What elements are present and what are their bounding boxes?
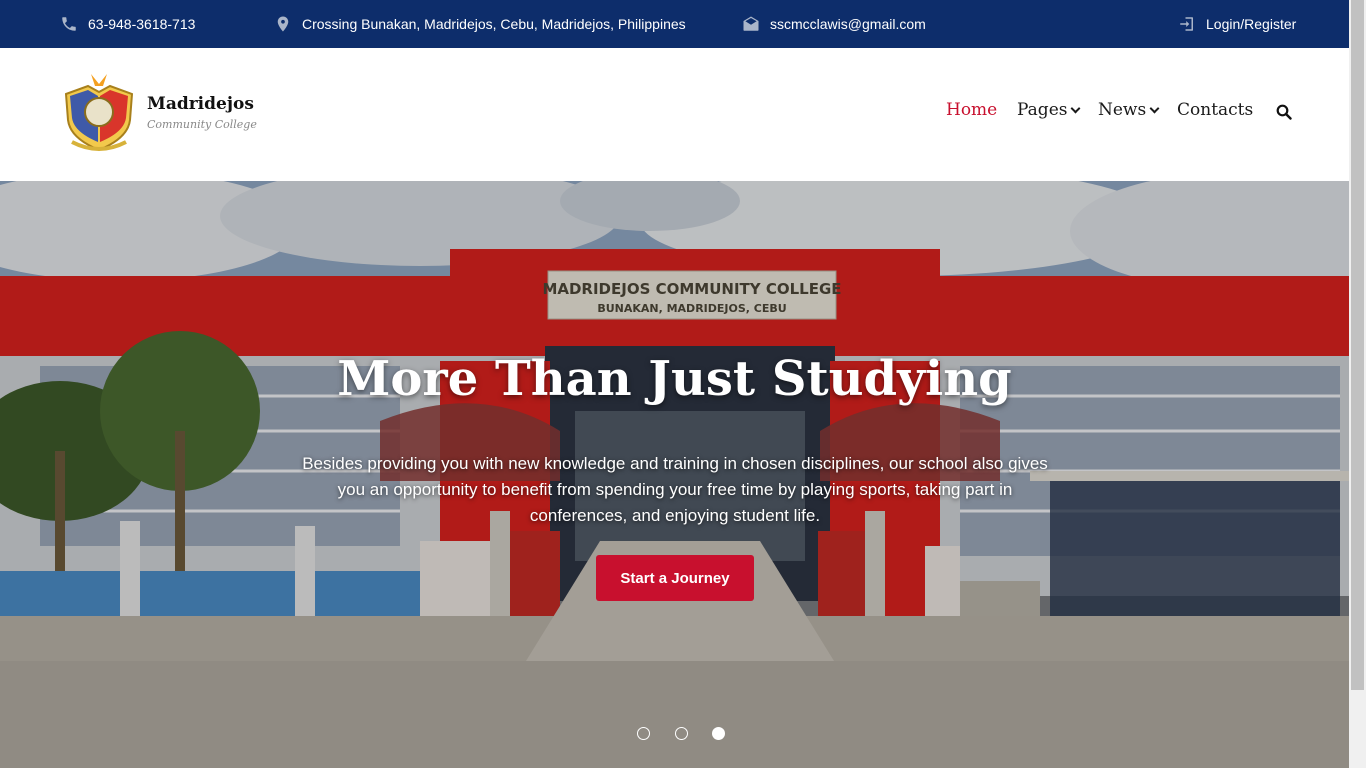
phone-contact[interactable]: 63-948-3618-713 bbox=[60, 0, 195, 48]
login-icon bbox=[1178, 15, 1196, 33]
chevron-down-icon bbox=[1149, 103, 1160, 114]
login-register-text: Login/Register bbox=[1206, 16, 1297, 32]
hero-title: More Than Just Studying bbox=[337, 351, 1012, 407]
email-text: sscmcclawis@gmail.com bbox=[770, 16, 926, 32]
hero-slider: MADRIDEJOS COMMUNITY COLLEGE BUNAKAN, MA… bbox=[0, 181, 1349, 768]
site-header: Madridejos Community College Home Pages … bbox=[0, 48, 1349, 181]
nav-news-label: News bbox=[1098, 100, 1147, 120]
nav-news[interactable]: News bbox=[1098, 100, 1160, 120]
nav-pages[interactable]: Pages bbox=[1017, 100, 1081, 120]
start-journey-label: Start a Journey bbox=[620, 569, 730, 587]
map-pin-icon bbox=[274, 15, 292, 33]
slider-dot-3[interactable] bbox=[712, 727, 725, 740]
brand-subtitle: Community College bbox=[147, 118, 257, 131]
hero-description: Besides providing you with new knowledge… bbox=[302, 454, 1048, 525]
address-contact[interactable]: Crossing Bunakan, Madridejos, Cebu, Madr… bbox=[274, 0, 686, 48]
slider-dot-2[interactable] bbox=[675, 727, 688, 740]
nav-home-label: Home bbox=[946, 100, 998, 120]
college-logo[interactable] bbox=[58, 72, 140, 154]
slider-dot-1[interactable] bbox=[637, 727, 650, 740]
chevron-down-icon bbox=[1071, 103, 1081, 114]
nav-pages-label: Pages bbox=[1017, 100, 1068, 120]
phone-icon bbox=[60, 15, 78, 33]
address-text: Crossing Bunakan, Madridejos, Cebu, Madr… bbox=[302, 16, 686, 32]
brand-name[interactable]: Madridejos bbox=[147, 94, 254, 114]
start-journey-button[interactable]: Start a Journey bbox=[596, 555, 754, 601]
top-contact-bar: 63-948-3618-713 Crossing Bunakan, Madrid… bbox=[0, 0, 1349, 48]
search-icon[interactable] bbox=[1276, 104, 1292, 120]
nav-contacts[interactable]: Contacts bbox=[1177, 100, 1253, 120]
login-register-link[interactable]: Login/Register bbox=[1178, 0, 1296, 48]
nav-contacts-label: Contacts bbox=[1177, 100, 1254, 120]
scrollbar-thumb[interactable] bbox=[1351, 0, 1364, 690]
envelope-icon bbox=[742, 15, 760, 33]
phone-text: 63-948-3618-713 bbox=[88, 16, 196, 32]
email-contact[interactable]: sscmcclawis@gmail.com bbox=[742, 0, 926, 48]
nav-home[interactable]: Home bbox=[946, 100, 997, 120]
